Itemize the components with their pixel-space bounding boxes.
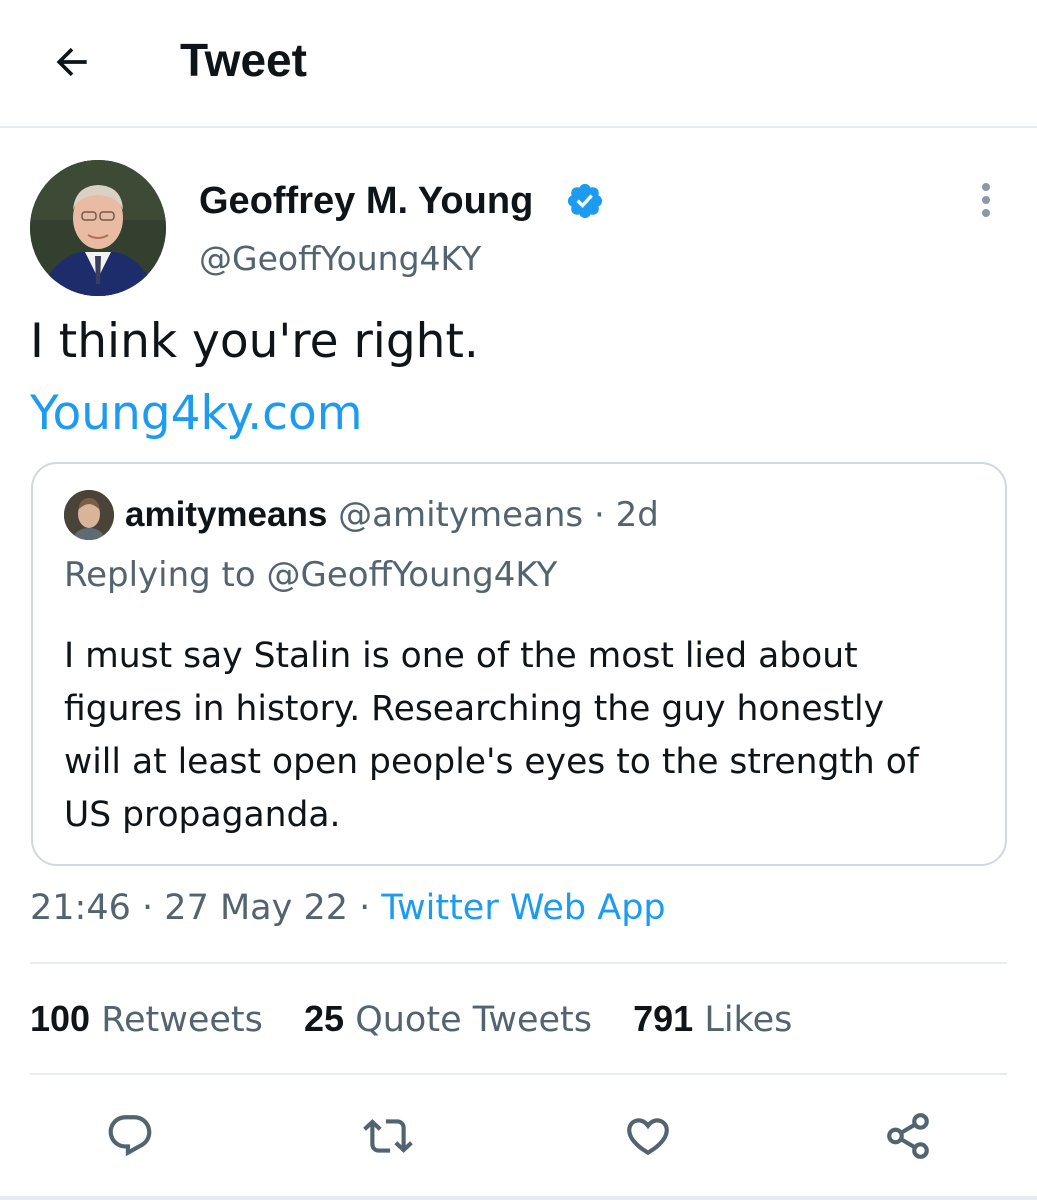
- quoted-replying-to: Replying to @GeoffYoung4KY: [64, 552, 557, 598]
- likes-label: Likes: [704, 1000, 793, 1040]
- quoted-age: 2d: [615, 495, 659, 535]
- bottom-divider: [0, 1196, 1037, 1200]
- tweet-stats: 100 Retweets 25 Quote Tweets 791 Likes: [30, 996, 822, 1043]
- replying-handle[interactable]: @GeoffYoung4KY: [267, 555, 558, 595]
- retweets-label: Retweets: [101, 1000, 263, 1040]
- reply-icon: [108, 1115, 152, 1157]
- avatar-image: [30, 160, 166, 296]
- verified-badge-icon: [567, 183, 603, 219]
- likes-count: 791: [633, 998, 694, 1039]
- retweet-button[interactable]: [360, 1108, 416, 1164]
- quoted-display-name[interactable]: amitymeans: [125, 495, 327, 534]
- quoted-text: I must say Stalin is one of the most lie…: [64, 630, 994, 842]
- quoted-tweet-card[interactable]: amitymeans @amitymeans · 2d Replying to …: [31, 462, 1007, 866]
- top-bar: Tweet: [0, 0, 1037, 128]
- quote-tweets-label: Quote Tweets: [355, 1000, 592, 1040]
- divider: [30, 1073, 1007, 1075]
- quoted-avatar[interactable]: [64, 490, 114, 540]
- author-handle[interactable]: @GeoffYoung4KY: [199, 236, 481, 282]
- tweet-link[interactable]: Young4ky.com: [30, 386, 363, 441]
- quoted-avatar-image: [64, 490, 114, 540]
- quote-tweets-count: 25: [304, 998, 345, 1039]
- likes-stat[interactable]: 791 Likes: [633, 998, 793, 1040]
- quoted-handle[interactable]: @amitymeans: [338, 495, 583, 535]
- meta-separator: ·: [142, 888, 154, 928]
- page-title: Tweet: [180, 34, 307, 86]
- tweet-time[interactable]: 21:46: [30, 888, 131, 928]
- quoted-separator: ·: [593, 495, 605, 535]
- back-button[interactable]: [44, 34, 100, 90]
- arrow-left-icon: [56, 47, 87, 77]
- quoted-header: amitymeans @amitymeans · 2d: [125, 492, 659, 538]
- retweets-count: 100: [30, 998, 91, 1039]
- author-display-name[interactable]: Geoffrey M. Young: [199, 178, 533, 224]
- share-button[interactable]: [880, 1108, 936, 1164]
- quoted-text-line: I must say Stalin is one of the most lie…: [64, 636, 858, 676]
- share-icon: [887, 1113, 929, 1159]
- tweet-source[interactable]: Twitter Web App: [381, 888, 665, 928]
- tweet-meta: 21:46 · 27 May 22 · Twitter Web App: [30, 884, 666, 932]
- more-options-button[interactable]: [966, 180, 1006, 220]
- retweet-icon: [363, 1119, 413, 1153]
- meta-separator: ·: [359, 888, 371, 928]
- reply-button[interactable]: [102, 1108, 158, 1164]
- tweet-text: I think you're right. Young4ky.com: [30, 306, 1000, 450]
- more-vertical-icon: [982, 183, 990, 217]
- tweet-date[interactable]: 27 May 22: [164, 888, 348, 928]
- author-avatar[interactable]: [30, 160, 166, 296]
- replying-prefix: Replying to: [64, 555, 256, 595]
- retweets-stat[interactable]: 100 Retweets: [30, 998, 263, 1040]
- quoted-text-line: US propaganda.: [64, 795, 341, 835]
- divider: [30, 962, 1007, 964]
- tweet-body: I think you're right.: [30, 314, 479, 369]
- like-button[interactable]: [620, 1108, 676, 1164]
- like-icon: [627, 1118, 669, 1156]
- quote-tweets-stat[interactable]: 25 Quote Tweets: [304, 998, 592, 1040]
- quoted-text-line: will at least open people's eyes to the …: [64, 742, 919, 782]
- quoted-text-line: figures in history. Researching the guy …: [64, 689, 885, 729]
